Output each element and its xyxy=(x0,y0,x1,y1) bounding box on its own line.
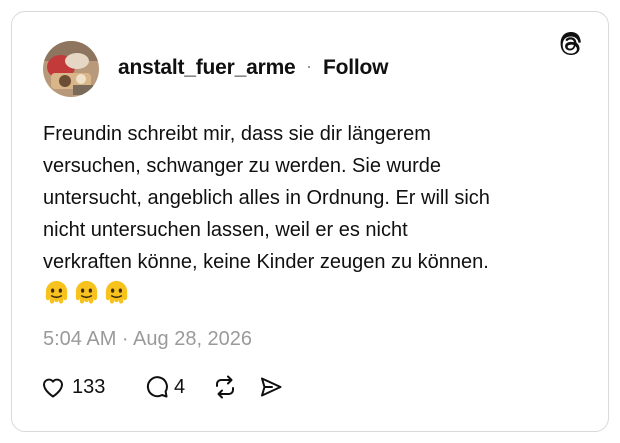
post-timestamp: 5:04 AM · Aug 28, 2026 xyxy=(43,328,253,350)
send-icon xyxy=(261,377,282,397)
username[interactable]: anstalt_fuer_arme xyxy=(118,56,296,80)
like-button[interactable]: 133 xyxy=(40,374,105,400)
avatar-image xyxy=(43,41,99,97)
threads-logo-icon[interactable] xyxy=(557,30,585,58)
reply-count: 4 xyxy=(174,375,186,398)
follow-button[interactable]: Follow xyxy=(323,56,388,80)
post-text-line: nicht untersuchen lassen, weil er es nic… xyxy=(43,219,408,241)
like-count: 133 xyxy=(72,375,106,398)
post-text-line: Freundin schreibt mir, dass sie dir läng… xyxy=(43,123,431,145)
melting-face-emoji xyxy=(105,280,128,304)
emoji-row xyxy=(43,279,130,306)
avatar[interactable] xyxy=(43,41,99,97)
post-text-line: verkraften könne, keine Kinder zeugen zu… xyxy=(43,251,489,273)
heart-icon xyxy=(43,378,63,398)
melting-face-emoji xyxy=(75,280,98,304)
melting-face-emoji xyxy=(45,280,68,304)
reply-button[interactable]: 4 xyxy=(144,374,185,400)
speech-bubble-icon xyxy=(146,376,168,398)
share-button[interactable] xyxy=(258,374,284,400)
post-text: Freundin schreibt mir, dass sie dir läng… xyxy=(43,118,583,278)
repost-icon xyxy=(216,375,234,399)
post-text-line: untersucht, angeblich alles in Ordnung. … xyxy=(43,187,490,209)
post-text-line: versuchen, schwanger zu werden. Sie wurd… xyxy=(43,155,441,177)
post-card: anstalt_fuer_arme · Follow Freundin schr… xyxy=(11,11,609,432)
separator-dot: · xyxy=(306,56,312,76)
repost-button[interactable] xyxy=(212,374,238,400)
